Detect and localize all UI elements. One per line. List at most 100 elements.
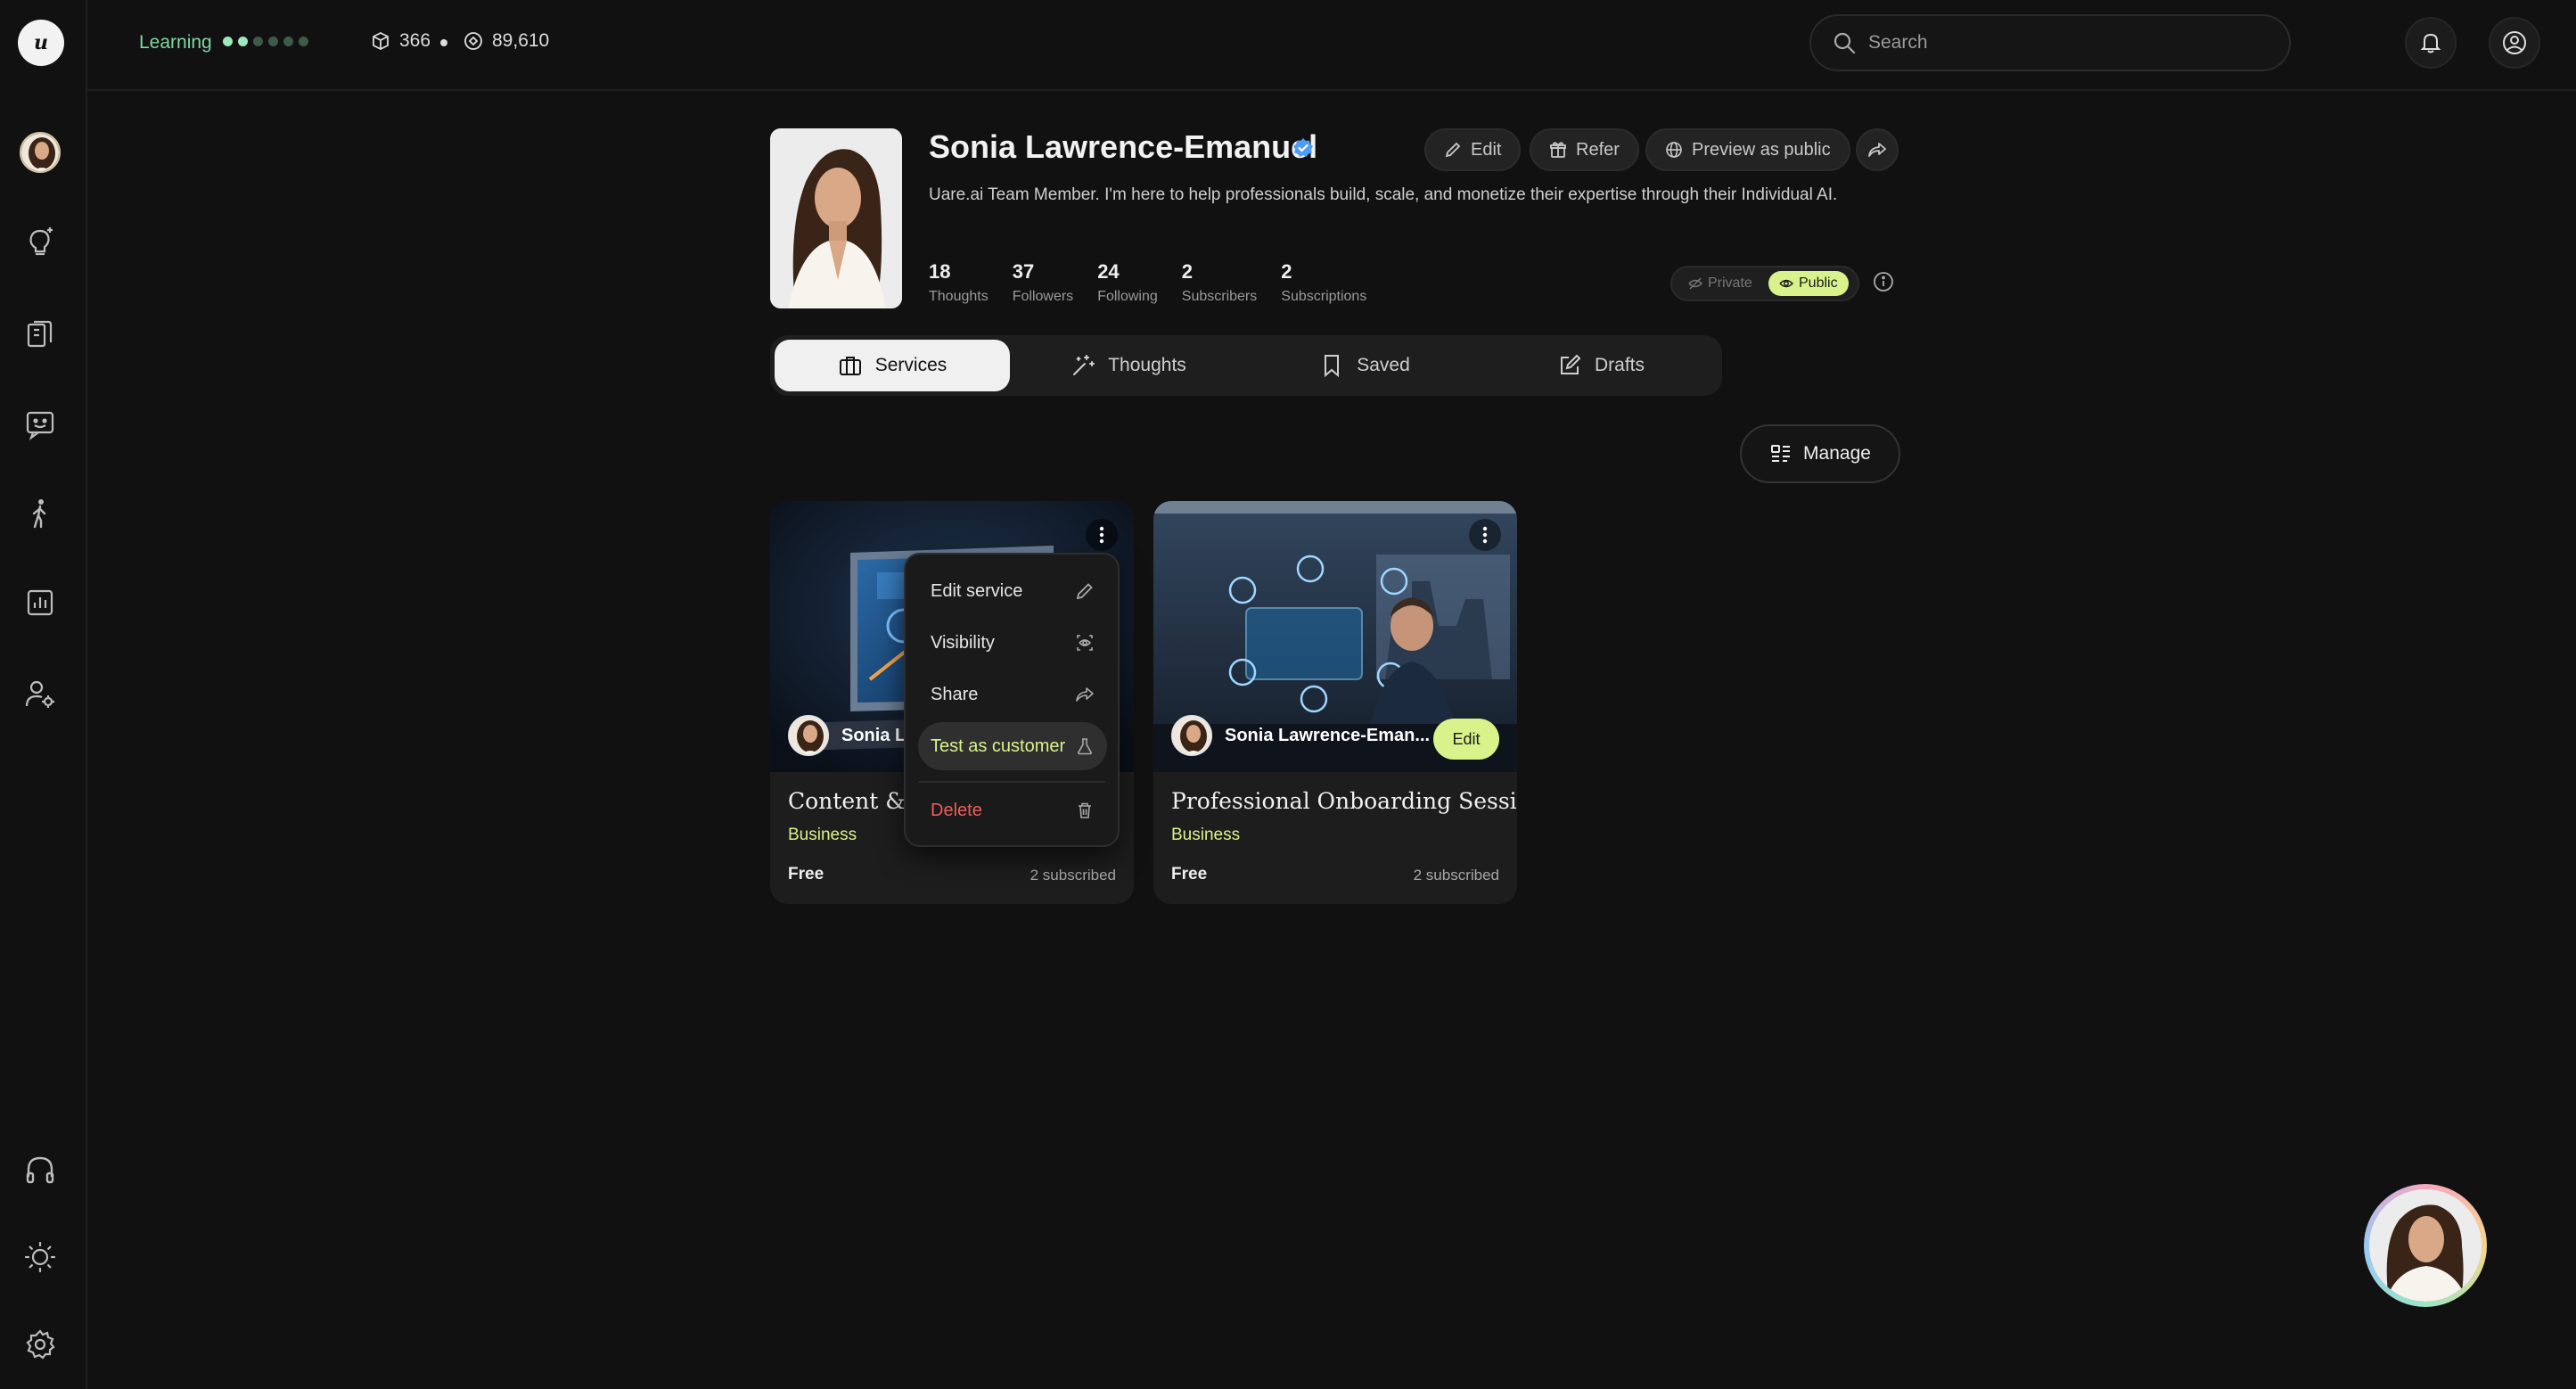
stat-thoughts[interactable]: 18 Thoughts xyxy=(929,260,989,305)
visibility-toggle: Private Public xyxy=(1670,266,1859,301)
ai-assistant-avatar xyxy=(2369,1189,2482,1302)
sun-icon[interactable] xyxy=(22,1239,58,1275)
refer-button[interactable]: Refer xyxy=(1530,128,1639,171)
stat-following[interactable]: 24 Following xyxy=(1097,260,1158,305)
level-dot xyxy=(268,37,278,46)
chat-smile-icon[interactable] xyxy=(22,407,58,442)
pencil-icon xyxy=(1075,581,1095,601)
manage-label: Manage xyxy=(1803,443,1871,464)
edit-profile-button[interactable]: Edit xyxy=(1424,128,1522,171)
tab-label: Services xyxy=(874,355,948,375)
service-context-menu: Edit service Visibility Share Test as cu… xyxy=(904,553,1120,847)
tab-drafts[interactable]: Drafts xyxy=(1483,340,1719,391)
rail-profile-avatar[interactable] xyxy=(20,132,61,173)
preview-label: Preview as public xyxy=(1692,139,1831,160)
tab-label: Drafts xyxy=(1594,355,1645,375)
service-card[interactable]: Sonia Lawrence-Eman... Edit Professional… xyxy=(1153,501,1517,904)
brain-spark-icon[interactable] xyxy=(22,223,58,259)
trash-icon xyxy=(1075,801,1095,820)
more-vertical-icon xyxy=(1481,525,1489,545)
gift-icon xyxy=(1549,141,1567,159)
ai-assistant-button[interactable] xyxy=(2364,1184,2487,1307)
left-rail: u xyxy=(0,0,87,1389)
tab-services[interactable]: Services xyxy=(775,340,1010,391)
info-icon[interactable] xyxy=(1872,270,1895,293)
account-button[interactable] xyxy=(2489,17,2540,69)
level-dot xyxy=(223,37,233,46)
eye-icon xyxy=(1779,276,1793,291)
stat-subscriptions[interactable]: 2 Subscriptions xyxy=(1281,260,1366,305)
gear-icon[interactable] xyxy=(22,1327,58,1362)
menu-item-share[interactable]: Share xyxy=(918,670,1107,719)
verified-mini-icon xyxy=(1203,747,1210,754)
manage-grid-icon xyxy=(1769,442,1793,465)
level-dot xyxy=(283,37,293,46)
menu-item-label: Edit service xyxy=(931,580,1023,601)
service-subscribed-count: 2 subscribed xyxy=(1413,867,1499,884)
globe-icon xyxy=(1665,141,1683,159)
tab-saved[interactable]: Saved xyxy=(1247,340,1482,391)
search-input[interactable] xyxy=(1868,32,2260,53)
more-vertical-icon xyxy=(1098,525,1105,545)
items-counter[interactable]: 366 xyxy=(371,30,431,52)
visibility-public-label: Public xyxy=(1799,275,1838,291)
share-icon xyxy=(1075,685,1095,704)
manage-button[interactable]: Manage xyxy=(1740,424,1900,483)
stat-separator xyxy=(440,39,447,46)
visibility-public-option[interactable]: Public xyxy=(1768,271,1849,296)
menu-item-edit-service[interactable]: Edit service xyxy=(918,567,1107,615)
visibility-private-option[interactable]: Private xyxy=(1678,271,1763,296)
stat-label: Thoughts xyxy=(929,289,989,304)
app-logo[interactable]: u xyxy=(18,20,64,66)
menu-item-label: Visibility xyxy=(931,632,995,653)
share-icon xyxy=(1867,140,1887,160)
refer-label: Refer xyxy=(1576,139,1620,160)
stat-value: 24 xyxy=(1097,260,1120,283)
card-author: Sonia Lawrence-Eman... xyxy=(1171,715,1430,756)
tab-thoughts[interactable]: Thoughts xyxy=(1011,340,1246,391)
walking-person-icon[interactable] xyxy=(22,496,58,531)
items-count: 366 xyxy=(399,30,431,51)
notifications-button[interactable] xyxy=(2405,17,2457,69)
tab-label: Thoughts xyxy=(1108,355,1186,375)
tab-label: Saved xyxy=(1357,355,1410,375)
pencil-icon xyxy=(1444,141,1462,159)
search-icon xyxy=(1833,31,1856,54)
library-icon[interactable] xyxy=(22,316,58,351)
verified-mini-icon xyxy=(820,747,827,754)
card-more-button[interactable] xyxy=(1469,519,1501,551)
box-icon xyxy=(371,31,390,51)
badge-icon xyxy=(464,31,483,51)
service-price: Free xyxy=(1171,865,1208,884)
headphones-icon[interactable] xyxy=(22,1152,58,1188)
menu-item-delete[interactable]: Delete xyxy=(918,786,1107,834)
card-edit-button[interactable]: Edit xyxy=(1433,719,1499,760)
menu-item-test-as-customer[interactable]: Test as customer xyxy=(918,722,1107,770)
card-more-button[interactable] xyxy=(1086,519,1118,551)
preview-as-public-button[interactable]: Preview as public xyxy=(1645,128,1850,171)
menu-item-label: Delete xyxy=(931,800,982,820)
share-profile-button[interactable] xyxy=(1856,128,1899,171)
user-settings-icon[interactable] xyxy=(22,676,58,711)
points-counter[interactable]: 89,610 xyxy=(464,30,549,52)
edit-square-icon xyxy=(1557,353,1582,378)
menu-item-visibility[interactable]: Visibility xyxy=(918,619,1107,667)
bar-chart-icon[interactable] xyxy=(22,585,58,621)
stat-followers[interactable]: 37 Followers xyxy=(1013,260,1073,305)
profile-bio: Uare.ai Team Member. I'm here to help pr… xyxy=(929,185,1838,204)
verified-badge-icon xyxy=(1292,137,1314,159)
briefcase-icon xyxy=(838,353,863,378)
stat-value: 2 xyxy=(1281,260,1292,283)
stat-subscribers[interactable]: 2 Subscribers xyxy=(1182,260,1257,305)
bookmark-icon xyxy=(1319,353,1344,378)
stat-value: 37 xyxy=(1012,260,1035,283)
level-label: Learning xyxy=(139,32,212,53)
stat-label: Followers xyxy=(1012,289,1074,304)
stat-label: Subscriptions xyxy=(1281,289,1367,304)
search-bar[interactable] xyxy=(1809,14,2291,71)
magic-wand-icon xyxy=(1071,353,1095,378)
service-category: Business xyxy=(1171,826,1241,844)
points-count: 89,610 xyxy=(492,30,550,51)
level-progress-dots xyxy=(223,37,308,46)
visibility-private-label: Private xyxy=(1708,275,1752,291)
